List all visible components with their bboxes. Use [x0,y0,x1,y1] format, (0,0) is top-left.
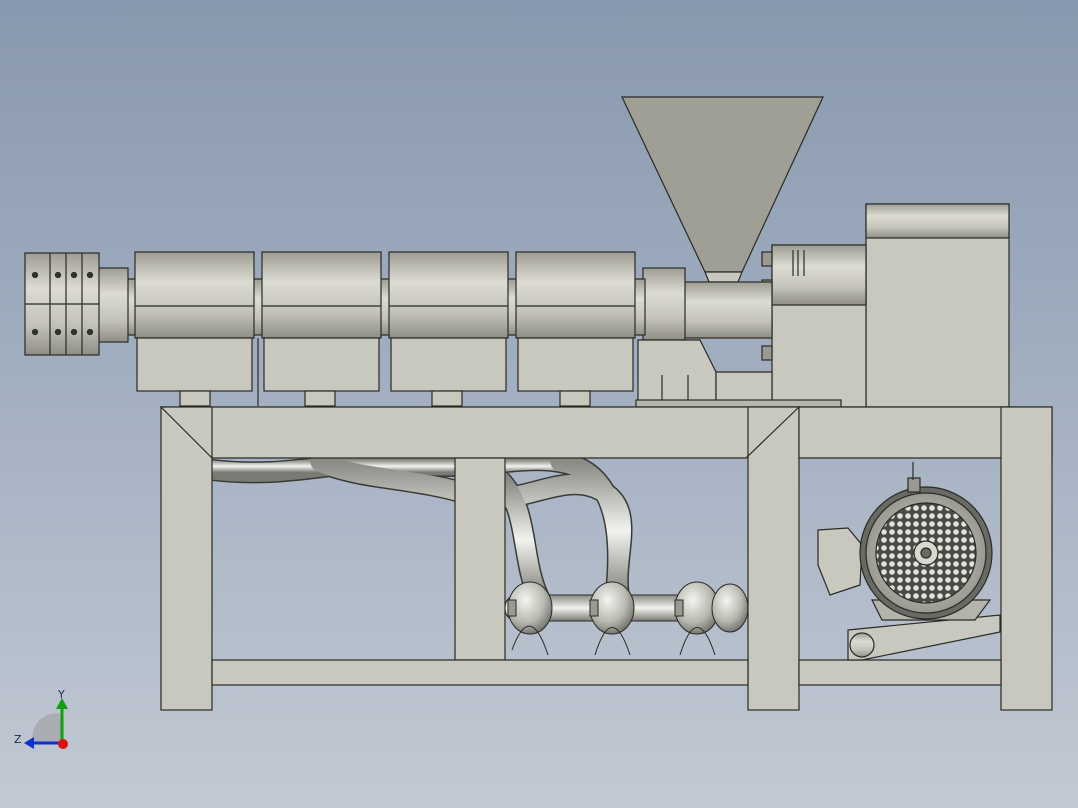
extruder-model[interactable] [0,0,1078,808]
x-axis-point-icon [58,739,68,749]
heater-band-3[interactable] [388,251,509,392]
air-manifold[interactable] [504,581,749,656]
die-head[interactable] [24,252,129,356]
cad-viewport[interactable]: Y Z [0,0,1078,808]
gearbox[interactable] [761,203,1010,408]
electric-motor[interactable] [817,462,1001,661]
cooling-pipes[interactable] [201,449,633,611]
orientation-triad: Y Z [14,688,68,749]
heater-band-4[interactable] [515,251,636,392]
y-axis-label: Y [57,688,65,701]
triad-quadrant-icon [32,713,62,743]
heater-band-1[interactable] [134,251,255,392]
z-axis-label: Z [14,733,22,746]
heater-band-2[interactable] [261,251,382,392]
